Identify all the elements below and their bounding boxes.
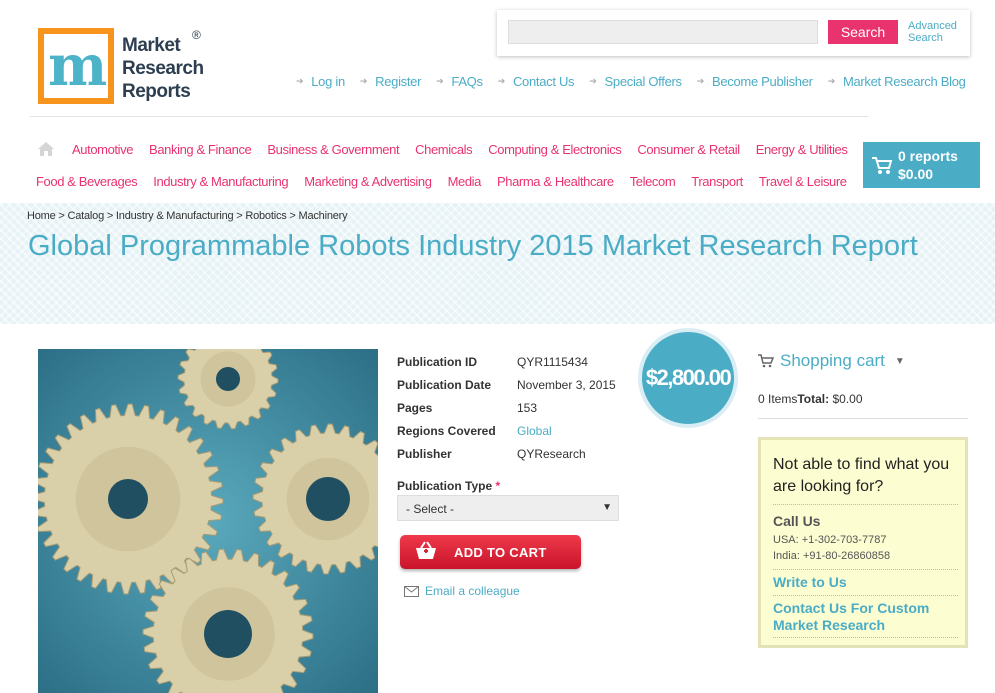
category-food-beverages[interactable]: Food & Beverages — [36, 174, 138, 189]
usa-phone: USA: +1-302-703-7787 — [773, 534, 887, 546]
custom-research-link[interactable]: Contact Us For Custom Market Research — [773, 600, 963, 634]
write-to-us-link[interactable]: Write to Us — [773, 574, 963, 591]
price-badge: $2,800.00 — [638, 328, 738, 428]
product-image — [38, 349, 378, 693]
search-input[interactable] — [508, 20, 818, 44]
category-marketing-advertising[interactable]: Marketing & Advertising — [304, 174, 432, 189]
login-link[interactable]: ➔ Log in — [296, 74, 345, 89]
top-links: ➔ Log in ➔ Register ➔ FAQs ➔ Contact Us ➔ Spe… — [296, 74, 981, 89]
cart-summary: 0 ItemsTotal: $0.00 — [758, 392, 863, 406]
basket-icon — [416, 541, 436, 559]
arrow-icon: ➔ — [589, 76, 597, 86]
home-icon[interactable] — [37, 141, 55, 157]
dropdown-caret-icon: ▼ — [602, 502, 612, 513]
email-colleague-link[interactable]: Email a colleague — [404, 584, 520, 598]
arrow-icon: ➔ — [696, 76, 705, 86]
category-nav-row-1: Automotive Banking & Finance Business & … — [72, 142, 863, 157]
category-automotive[interactable]: Automotive — [72, 142, 133, 157]
category-consumer-retail[interactable]: Consumer & Retail — [637, 142, 740, 157]
cart-icon — [872, 157, 893, 174]
add-to-cart-button[interactable]: ADD TO CART — [400, 535, 581, 569]
category-telecom[interactable]: Telecom — [630, 174, 676, 189]
cart-total: $0.00 — [898, 166, 934, 182]
help-box: Not able to find what you are looking fo… — [758, 437, 968, 648]
special-offers-link[interactable]: ➔ Special Offers — [589, 74, 682, 89]
category-transport[interactable]: Transport — [691, 174, 743, 189]
chevron-down-icon: ▼ — [894, 355, 905, 367]
blog-link[interactable]: ➔ Market Research Blog — [828, 74, 966, 89]
publication-date: November 3, 2015 — [517, 377, 616, 392]
envelope-icon — [404, 585, 419, 597]
search-button[interactable]: Search — [828, 20, 898, 44]
arrow-icon: ➔ — [827, 76, 836, 86]
publication-id: QYR1115434 — [517, 354, 588, 369]
detail-row: Pages 153 — [397, 400, 538, 415]
cart-report-count: 0 reports — [898, 148, 958, 164]
logo-mark: m — [38, 28, 114, 104]
india-phone: India: +91-80-26860858 — [773, 550, 891, 562]
arrow-icon: ➔ — [296, 76, 304, 86]
contact-us-link[interactable]: ➔ Contact Us — [498, 74, 575, 89]
arrow-icon: ➔ — [359, 76, 368, 86]
publication-details: Publication ID QYR1115434 Publication Dat… — [397, 350, 616, 465]
category-pharma-healthcare[interactable]: Pharma & Healthcare — [497, 174, 614, 189]
publication-type-select[interactable]: - Select - ▼ — [397, 495, 619, 521]
detail-row: Publication Date November 3, 2015 — [397, 377, 616, 392]
help-title: Not able to find what you are looking fo… — [773, 456, 950, 495]
category-chemicals[interactable]: Chemicals — [415, 142, 472, 157]
header-divider — [30, 116, 868, 117]
publisher-name: QYResearch — [517, 446, 586, 461]
become-publisher-link[interactable]: ➔ Become Publisher — [697, 74, 813, 89]
category-computing-electronics[interactable]: Computing & Electronics — [488, 142, 622, 157]
publication-type-label: Publication Type * — [397, 479, 501, 493]
regions-link[interactable]: Global — [517, 424, 552, 438]
sidebar-divider — [758, 418, 968, 419]
register-link[interactable]: ➔ Register — [359, 74, 422, 89]
category-banking-finance[interactable]: Banking & Finance — [149, 142, 252, 157]
site-logo[interactable]: m Market Research Reports ® — [38, 28, 218, 108]
call-us-heading: Call Us — [773, 513, 821, 529]
category-nav-row-2: Food & Beverages Industry & Manufacturin… — [36, 174, 863, 189]
category-travel-leisure[interactable]: Travel & Leisure — [759, 174, 847, 189]
logo-text: Market Research Reports — [122, 35, 204, 102]
category-industry-manufacturing[interactable]: Industry & Manufacturing — [153, 174, 288, 189]
category-media[interactable]: Media — [448, 174, 482, 189]
page-title: Global Programmable Robots Industry 2015… — [28, 230, 918, 262]
category-energy-utilities[interactable]: Energy & Utilities — [756, 142, 848, 157]
arrow-icon: ➔ — [436, 76, 444, 86]
search-box: Search Advanced Search — [497, 10, 970, 56]
shopping-cart-toggle[interactable]: Shopping cart ▼ — [758, 351, 905, 371]
category-business-government[interactable]: Business & Government — [267, 142, 399, 157]
header-cart-button[interactable]: 0 reports $0.00 — [863, 142, 980, 188]
detail-row: Publication ID QYR1115434 — [397, 354, 588, 369]
faqs-link[interactable]: ➔ FAQs — [436, 74, 483, 89]
breadcrumb[interactable]: Home > Catalog > Industry & Manufacturin… — [27, 210, 348, 222]
registered-mark: ® — [192, 28, 201, 42]
detail-row: Publisher QYResearch — [397, 446, 586, 461]
arrow-icon: ➔ — [497, 76, 506, 86]
cart-icon — [758, 354, 774, 368]
pages-count: 153 — [517, 400, 538, 415]
detail-row: Regions Covered Global — [397, 423, 552, 438]
advanced-search-link[interactable]: Advanced Search — [908, 20, 968, 44]
